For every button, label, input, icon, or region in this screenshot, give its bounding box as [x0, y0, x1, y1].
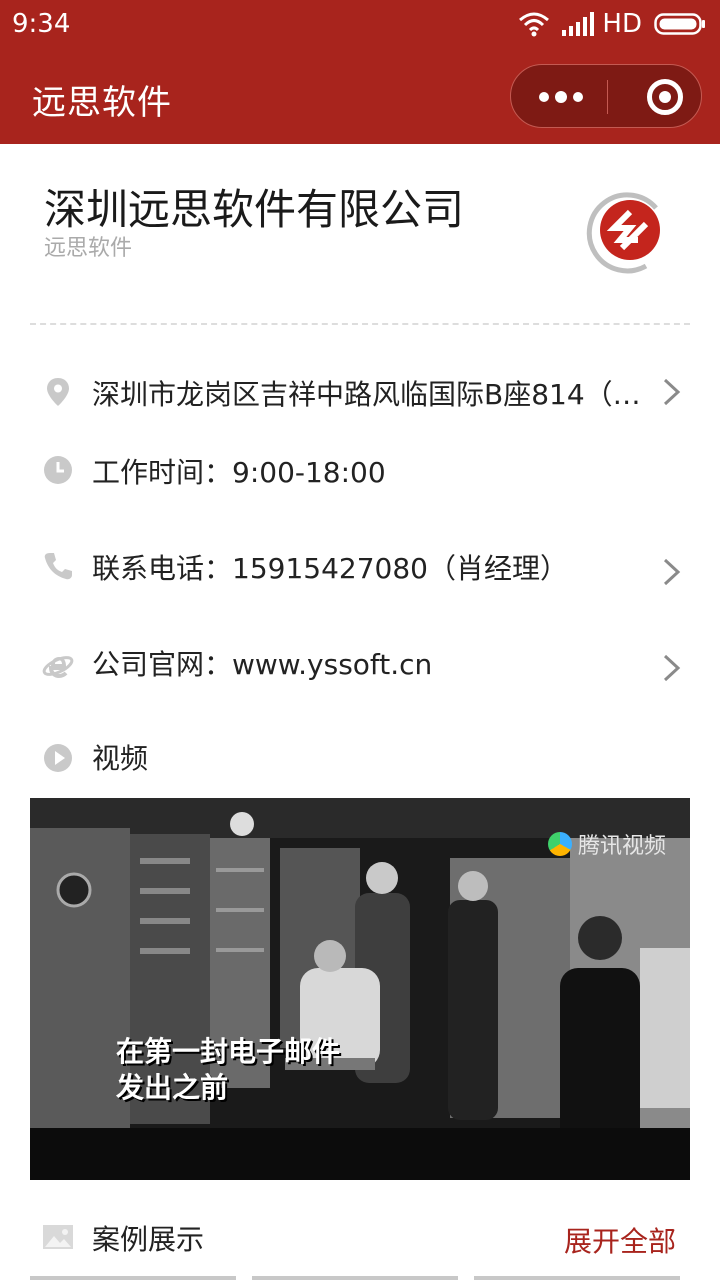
- case-thumbnail[interactable]: [252, 1276, 458, 1280]
- address-row[interactable]: 深圳市龙岗区吉祥中路风临国际B座814（…: [0, 362, 720, 422]
- phone-row[interactable]: 联系电话：15915427080（肖经理）: [0, 536, 720, 596]
- chevron-right-icon: [663, 378, 681, 406]
- case-thumbnails: [30, 1276, 690, 1280]
- miniprogram-capsule: [510, 64, 702, 128]
- company-name: 深圳远思软件有限公司: [44, 185, 465, 234]
- address-text: 深圳市龙岗区吉祥中路风临国际B座814（…: [92, 378, 641, 411]
- hours-text: 工作时间：9:00-18:00: [92, 456, 386, 489]
- website-row[interactable]: 公司官网：www.yssoft.cn: [0, 632, 720, 692]
- signal-icon: [562, 12, 595, 36]
- chevron-right-icon: [663, 558, 681, 586]
- status-time: 9:34: [12, 9, 71, 39]
- case-thumbnail[interactable]: [474, 1276, 680, 1280]
- video-row: 视频: [0, 726, 720, 786]
- company-short-name: 远思软件: [44, 236, 133, 261]
- image-icon: [43, 1225, 73, 1249]
- cases-row: 案例展示 展开全部: [0, 1206, 720, 1266]
- video-caption: 在第一封电子邮件 发出之前: [116, 1034, 340, 1106]
- clock-icon: [44, 456, 72, 484]
- video-brand: 腾讯视频: [547, 828, 666, 860]
- status-bar: 9:34 HD: [0, 0, 720, 50]
- case-thumbnail[interactable]: [30, 1276, 236, 1280]
- video-player[interactable]: 腾讯视频 在第一封电子邮件 发出之前: [30, 798, 690, 1180]
- website-text: 公司官网：www.yssoft.cn: [92, 648, 433, 681]
- section-divider: [30, 323, 690, 325]
- wifi-icon: [519, 12, 550, 37]
- video-brand-text: 腾讯视频: [577, 834, 666, 859]
- battery-icon: [654, 13, 705, 35]
- hours-row: 工作时间：9:00-18:00: [0, 440, 720, 500]
- phone-icon: [44, 553, 72, 580]
- video-label: 视频: [92, 742, 149, 775]
- tencent-video-icon: [547, 832, 572, 856]
- play-circle-icon: [44, 744, 72, 772]
- cases-label: 案例展示: [92, 1223, 205, 1256]
- status-icons: HD: [518, 9, 706, 39]
- capsule-divider: [607, 80, 608, 114]
- more-dots-icon[interactable]: [511, 65, 607, 129]
- location-icon: [47, 378, 69, 406]
- phone-text: 联系电话：15915427080（肖经理）: [92, 552, 568, 585]
- network-type: HD: [602, 9, 642, 39]
- chevron-right-icon: [663, 654, 681, 682]
- close-miniprogram-icon[interactable]: [623, 65, 703, 129]
- video-caption-line2: 发出之前: [116, 1071, 229, 1104]
- company-logo: [586, 192, 660, 274]
- expand-all-link[interactable]: 展开全部: [564, 1220, 676, 1260]
- page-title: 远思软件: [32, 83, 172, 123]
- video-caption-line1: 在第一封电子邮件: [116, 1035, 341, 1068]
- browser-icon: [42, 656, 74, 679]
- nav-bar: 远思软件: [0, 50, 720, 144]
